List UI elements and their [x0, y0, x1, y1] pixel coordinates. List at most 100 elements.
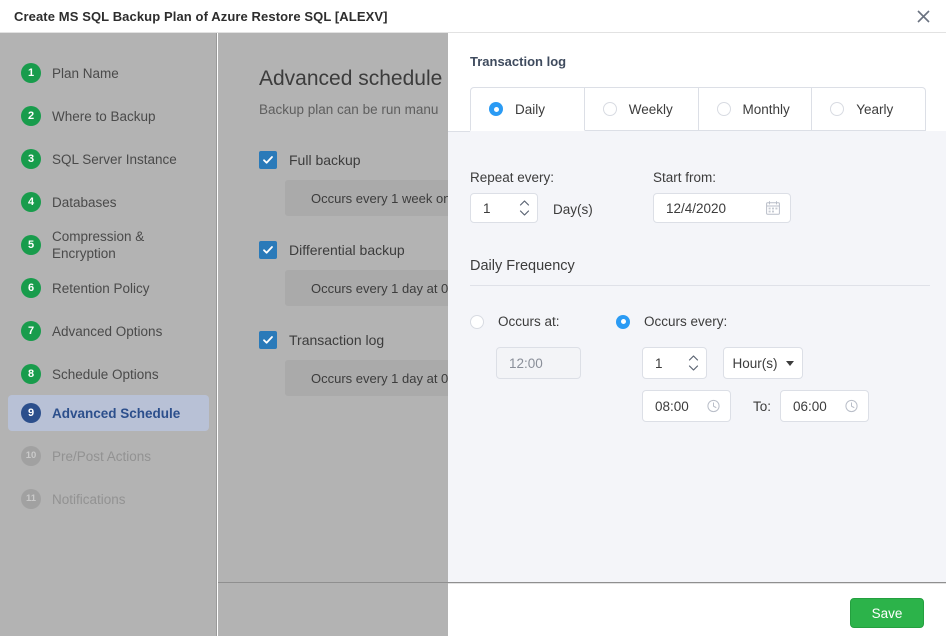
- step-number-badge: 6: [21, 278, 41, 298]
- app-window: Create MS SQL Backup Plan of Azure Resto…: [0, 0, 946, 636]
- sidebar-item-sql-server-instance[interactable]: 3 SQL Server Instance: [8, 141, 209, 177]
- occurs-at-label: Occurs at:: [498, 314, 560, 329]
- to-time-input[interactable]: 06:00: [780, 390, 869, 422]
- to-time-value: 06:00: [793, 398, 827, 414]
- sidebar-item-label: Where to Backup: [52, 108, 156, 124]
- tabbar-underline: [448, 131, 470, 132]
- sidebar-item-label: Notifications: [52, 491, 126, 507]
- sidebar-item-compression-encryption[interactable]: 5 Compression & Encryption: [8, 222, 209, 268]
- repeat-every-stepper[interactable]: [519, 200, 530, 217]
- full-backup-label: Full backup: [289, 152, 361, 168]
- occurs-every-stepper[interactable]: [688, 355, 699, 372]
- radio-unselected-icon: [716, 102, 731, 116]
- panel-title: Transaction log: [470, 54, 567, 69]
- tab-label: Yearly: [856, 101, 894, 117]
- schedule-editor-body: Repeat every: 1 Day(s) Start from: 12/4/…: [448, 131, 946, 582]
- tab-weekly[interactable]: Weekly: [584, 87, 699, 131]
- sidebar-item-advanced-options[interactable]: 7 Advanced Options: [8, 313, 209, 349]
- occurs-every-radio[interactable]: Occurs every:: [616, 314, 727, 329]
- sidebar-item-label: Retention Policy: [52, 280, 150, 296]
- differential-backup-label: Differential backup: [289, 242, 405, 258]
- window-title: Create MS SQL Backup Plan of Azure Resto…: [14, 9, 388, 24]
- occurs-every-label: Occurs every:: [644, 314, 728, 329]
- radio-unselected-icon: [830, 102, 845, 116]
- sidebar-item-label: Compression & Encryption: [52, 229, 145, 261]
- repeat-unit-label: Day(s): [553, 202, 593, 217]
- transaction-log-label: Transaction log: [289, 332, 385, 348]
- clock-icon[interactable]: [845, 399, 858, 413]
- occurs-every-unit-select[interactable]: Hour(s): [723, 347, 803, 379]
- full-backup-summary-text: Occurs every 1 week on F: [311, 190, 462, 206]
- step-number-badge: 10: [21, 446, 41, 466]
- repeat-every-value: 1: [483, 200, 491, 216]
- close-button[interactable]: [908, 3, 938, 30]
- transaction-log-checkbox-row[interactable]: Transaction log: [259, 331, 384, 349]
- close-icon: [916, 10, 930, 23]
- occurs-every-input[interactable]: 1: [642, 347, 707, 379]
- sidebar-item-label: Plan Name: [52, 65, 119, 81]
- sidebar-item-label: Advanced Schedule: [52, 405, 181, 421]
- step-number-badge: 11: [21, 489, 41, 509]
- radio-selected-icon: [489, 102, 503, 116]
- sidebar-item-schedule-options[interactable]: 8 Schedule Options: [8, 356, 209, 392]
- sidebar-item-label: SQL Server Instance: [52, 151, 177, 167]
- chevron-down-icon: [785, 360, 794, 366]
- dialog-footer: Save: [448, 583, 946, 636]
- from-time-value: 08:00: [655, 398, 689, 414]
- checkbox-checked-icon[interactable]: [259, 331, 277, 349]
- tab-label: Monthly: [742, 101, 790, 117]
- sidebar-item-notifications[interactable]: 11 Notifications: [8, 481, 209, 517]
- sidebar-item-databases[interactable]: 4 Databases: [8, 184, 209, 220]
- step-number-badge: 8: [21, 364, 41, 384]
- transaction-log-summary-text: Occurs every 1 day at 00:: [311, 370, 460, 386]
- calendar-icon[interactable]: [766, 201, 780, 215]
- tab-daily[interactable]: Daily: [470, 87, 585, 131]
- occurs-every-unit-value: Hour(s): [732, 355, 778, 371]
- tab-label: Weekly: [628, 101, 673, 117]
- differential-backup-checkbox-row[interactable]: Differential backup: [259, 241, 405, 259]
- checkbox-checked-icon[interactable]: [259, 241, 277, 259]
- wizard-sidebar: 1 Plan Name 2 Where to Backup 3 SQL Serv…: [0, 33, 217, 636]
- tab-monthly[interactable]: Monthly: [698, 87, 813, 131]
- step-number-badge: 4: [21, 192, 41, 212]
- sidebar-item-where-to-backup[interactable]: 2 Where to Backup: [8, 98, 209, 134]
- sidebar-item-plan-name[interactable]: 1 Plan Name: [8, 55, 209, 91]
- differential-backup-summary-text: Occurs every 1 day at 00:: [311, 280, 460, 296]
- sidebar-item-pre-post-actions[interactable]: 10 Pre/Post Actions: [8, 438, 209, 474]
- radio-unselected-icon: [470, 314, 484, 329]
- repeat-every-input[interactable]: 1: [470, 193, 538, 223]
- occurs-at-radio[interactable]: Occurs at:: [470, 314, 560, 329]
- to-label: To:: [753, 399, 772, 414]
- clock-icon[interactable]: [707, 399, 720, 413]
- page-subtitle: Backup plan can be run manu: [259, 102, 439, 117]
- tab-label: Daily: [515, 101, 546, 117]
- repeat-every-label: Repeat every:: [470, 170, 555, 185]
- save-button[interactable]: Save: [850, 598, 924, 628]
- step-number-badge: 3: [21, 149, 41, 169]
- step-number-badge: 2: [21, 106, 41, 126]
- occurs-at-value: 12:00: [509, 355, 543, 371]
- step-number-badge: 9: [21, 403, 41, 423]
- sidebar-item-retention-policy[interactable]: 6 Retention Policy: [8, 270, 209, 306]
- start-from-label: Start from:: [653, 170, 717, 185]
- sidebar-item-advanced-schedule[interactable]: 9 Advanced Schedule: [8, 395, 209, 431]
- radio-unselected-icon: [602, 102, 617, 116]
- full-backup-checkbox-row[interactable]: Full backup: [259, 151, 361, 169]
- start-from-date-input[interactable]: 12/4/2020: [653, 193, 791, 223]
- sidebar-item-label: Schedule Options: [52, 366, 159, 382]
- sidebar-item-label: Advanced Options: [52, 323, 163, 339]
- page-title: Advanced schedule: [259, 67, 443, 90]
- sidebar-item-label: Databases: [52, 194, 117, 210]
- checkbox-checked-icon[interactable]: [259, 151, 277, 169]
- window-titlebar: Create MS SQL Backup Plan of Azure Resto…: [0, 0, 946, 33]
- occurs-at-time-input[interactable]: 12:00: [496, 347, 581, 379]
- sidebar-item-label: Pre/Post Actions: [52, 448, 152, 464]
- occurs-every-value: 1: [655, 355, 663, 371]
- step-number-badge: 5: [21, 235, 41, 255]
- tab-yearly[interactable]: Yearly: [812, 87, 926, 131]
- from-time-input[interactable]: 08:00: [642, 390, 731, 422]
- step-number-badge: 7: [21, 321, 41, 341]
- radio-selected-icon: [616, 314, 630, 329]
- start-from-value: 12/4/2020: [666, 200, 727, 216]
- section-divider: [470, 285, 930, 286]
